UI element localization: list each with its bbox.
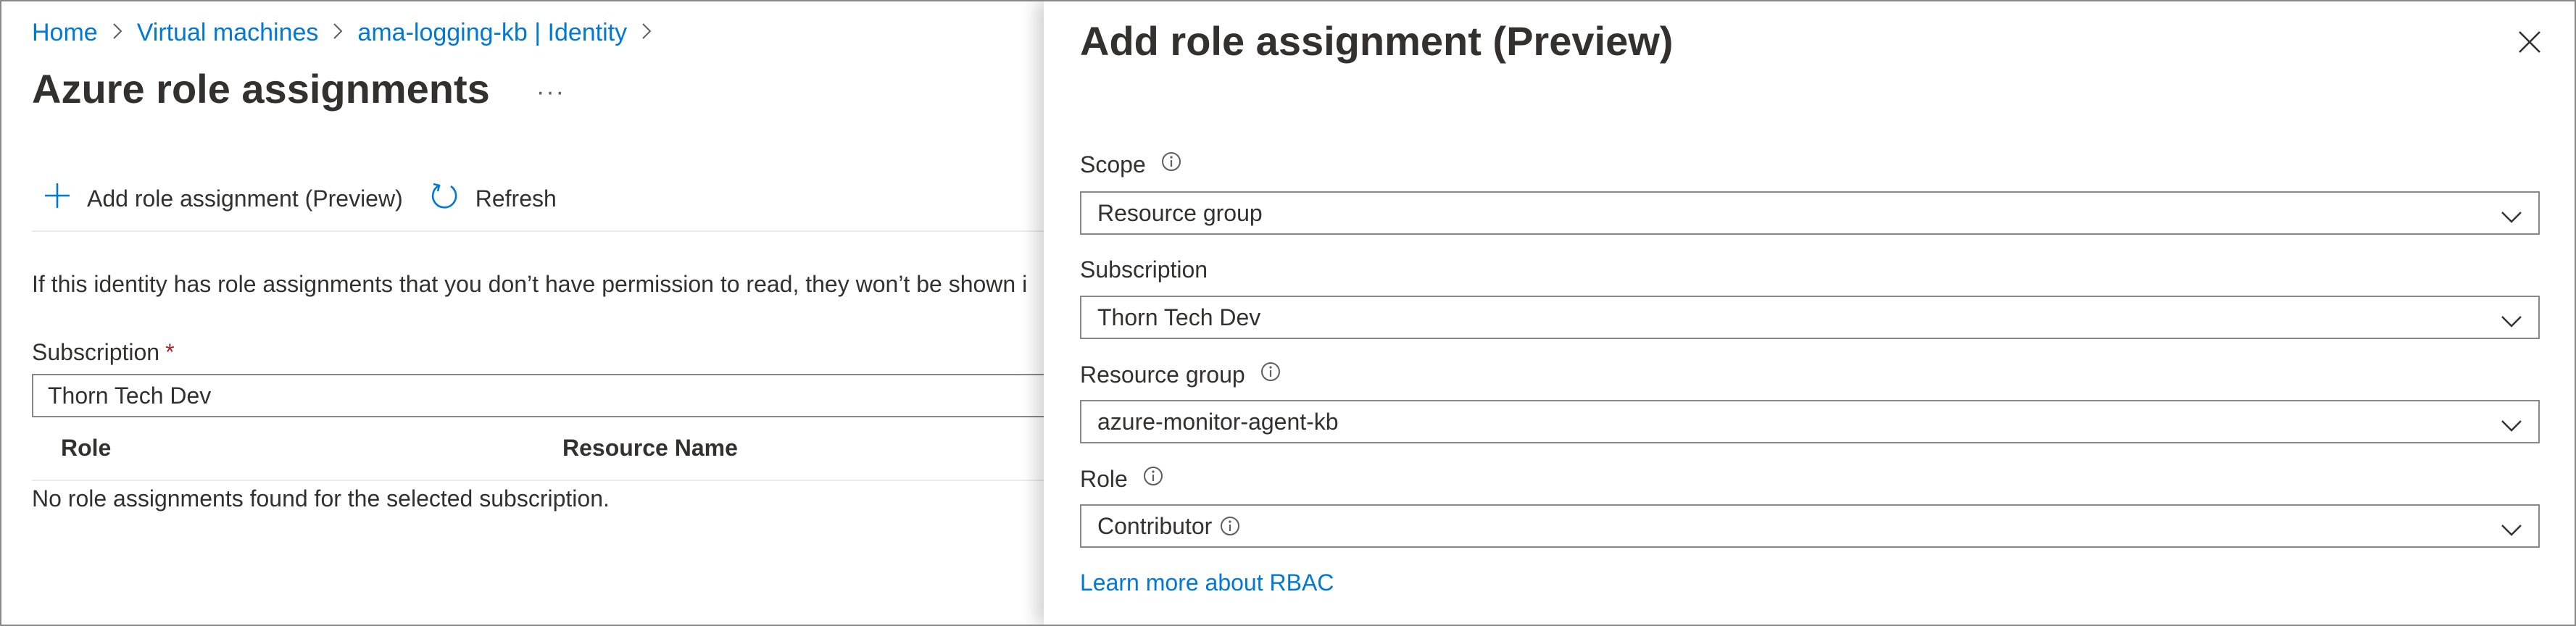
breadcrumb-home[interactable]: Home bbox=[32, 19, 98, 47]
chevron-down-icon bbox=[2501, 413, 2522, 440]
breadcrumb-virtual-machines[interactable]: Virtual machines bbox=[137, 19, 319, 47]
role-label-text: Role bbox=[1080, 465, 1128, 492]
scope-dropdown[interactable]: Resource group bbox=[1080, 191, 2540, 235]
chevron-right-icon bbox=[640, 20, 653, 46]
table-header: Role Resource Name bbox=[32, 423, 1047, 481]
close-icon[interactable] bbox=[2515, 28, 2544, 57]
command-bar: Add role assignment (Preview) Refresh bbox=[43, 178, 583, 219]
subscription-dropdown[interactable]: Thorn Tech Dev bbox=[1080, 296, 2540, 339]
role-value: Contributor bbox=[1097, 512, 1213, 539]
screenshot-frame: Home Virtual machines ama-logging-kb | I… bbox=[0, 0, 2576, 626]
role-label: Role bbox=[1080, 465, 1164, 493]
breadcrumb: Home Virtual machines ama-logging-kb | I… bbox=[32, 16, 666, 49]
info-icon[interactable] bbox=[1142, 465, 1164, 493]
page-title: Azure role assignments bbox=[32, 66, 490, 112]
subscription-label: Subscription bbox=[1080, 256, 1208, 283]
subscription-value: Thorn Tech Dev bbox=[1097, 304, 1261, 330]
column-header-role[interactable]: Role bbox=[61, 435, 111, 462]
panel-title: Add role assignment (Preview) bbox=[1080, 18, 1674, 64]
permission-notice: If this identity has role assignments th… bbox=[32, 271, 1028, 297]
subscription-filter-label: Subscription * bbox=[32, 339, 175, 366]
refresh-icon bbox=[429, 180, 475, 217]
empty-table-message: No role assignments found for the select… bbox=[32, 485, 610, 512]
refresh-button[interactable]: Refresh bbox=[429, 180, 557, 217]
more-options-button[interactable]: ··· bbox=[536, 78, 565, 107]
chevron-down-icon bbox=[2501, 517, 2522, 544]
required-indicator: * bbox=[165, 339, 175, 365]
add-role-assignment-button[interactable]: Add role assignment (Preview) bbox=[43, 182, 403, 215]
chevron-down-icon bbox=[2501, 309, 2522, 335]
breadcrumb-identity[interactable]: ama-logging-kb | Identity bbox=[357, 19, 627, 47]
resource-group-label-text: Resource group bbox=[1080, 361, 1245, 388]
column-header-resource-name[interactable]: Resource Name bbox=[562, 435, 738, 462]
info-icon[interactable] bbox=[1260, 361, 1281, 388]
refresh-label: Refresh bbox=[475, 185, 557, 212]
scope-value: Resource group bbox=[1097, 199, 1263, 226]
chevron-right-icon bbox=[111, 20, 124, 46]
subscription-filter-label-text: Subscription bbox=[32, 339, 160, 365]
resource-group-value: azure-monitor-agent-kb bbox=[1097, 408, 1339, 435]
role-value-wrap: Contributor bbox=[1097, 513, 1241, 540]
subscription-filter-dropdown[interactable]: Thorn Tech Dev bbox=[32, 374, 1061, 417]
role-dropdown[interactable]: Contributor bbox=[1080, 504, 2540, 548]
divider bbox=[32, 230, 1047, 232]
learn-more-rbac-link[interactable]: Learn more about RBAC bbox=[1080, 569, 1334, 596]
plus-icon bbox=[43, 182, 87, 215]
chevron-down-icon bbox=[2501, 204, 2522, 231]
subscription-filter-value: Thorn Tech Dev bbox=[48, 382, 212, 409]
resource-group-dropdown[interactable]: azure-monitor-agent-kb bbox=[1080, 400, 2540, 443]
scope-label: Scope bbox=[1080, 151, 1182, 178]
role-assignments-blade: Home Virtual machines ama-logging-kb | I… bbox=[1, 1, 1061, 625]
resource-group-label: Resource group bbox=[1080, 361, 1281, 388]
info-icon[interactable] bbox=[1219, 515, 1241, 537]
scope-label-text: Scope bbox=[1080, 151, 1146, 178]
info-icon[interactable] bbox=[1160, 151, 1182, 178]
subscription-label-text: Subscription bbox=[1080, 256, 1208, 283]
add-role-assignment-panel: Add role assignment (Preview) Scope Reso… bbox=[1044, 1, 2575, 625]
add-role-assignment-label: Add role assignment (Preview) bbox=[87, 185, 403, 212]
chevron-right-icon bbox=[331, 20, 344, 46]
